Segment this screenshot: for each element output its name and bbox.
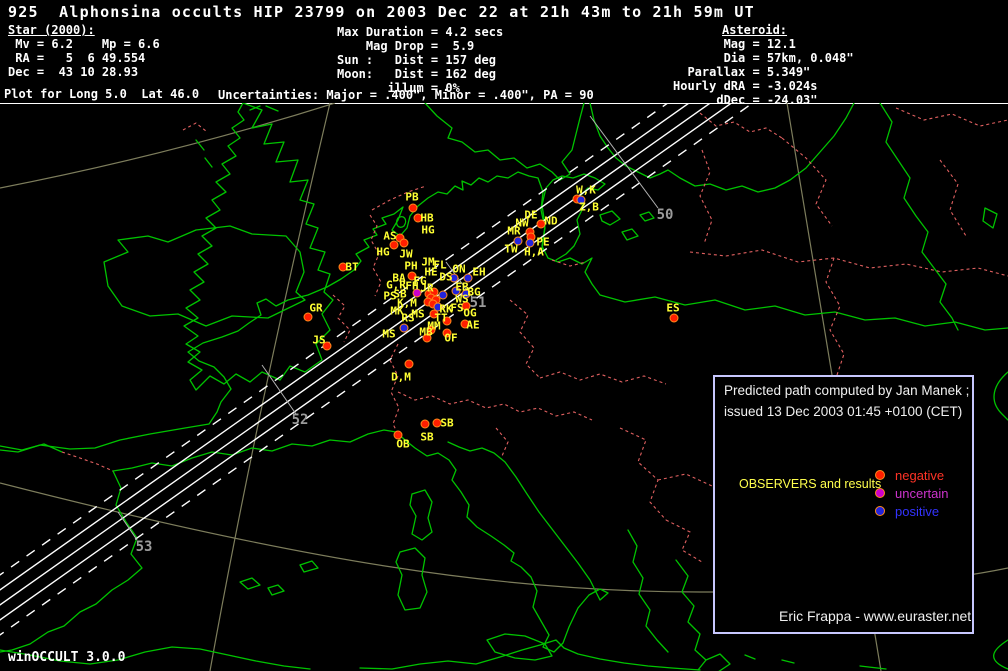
- border-balkans-1: [620, 428, 666, 520]
- coast-ireland: [104, 226, 305, 326]
- legend-label-uncertain: uncertain: [895, 486, 948, 501]
- prediction-note-line2: issued 13 Dec 2003 01:45 +0100 (CET): [724, 404, 962, 419]
- app-version-label: winOCCULT 3.0.0: [8, 650, 125, 665]
- border-east-baltic2: [940, 160, 966, 236]
- coast-balearics: [240, 561, 318, 595]
- coast-mediterranean-italy: [113, 430, 608, 652]
- asteroid-heading: Asteroid:: [722, 23, 787, 37]
- tick-51: [446, 262, 472, 297]
- meridian-line: [210, 103, 330, 671]
- coast-gotland: [983, 208, 997, 228]
- border-germany-czech: [510, 300, 540, 378]
- coast-britain: [184, 103, 333, 390]
- legend-dot-negative: [875, 470, 885, 480]
- observers-results-label: OBSERVERS and results: [739, 477, 881, 491]
- uncertainties-label: Uncertainties: Major = .400", Minor = .4…: [218, 88, 594, 102]
- plot-coordinates-label: Plot for Long 5.0 Lat 46.0: [4, 87, 199, 101]
- border-czech-austria: [540, 372, 666, 384]
- event-data-block: Max Duration = 4.2 secs Mag Drop = 5.9 S…: [337, 25, 503, 95]
- coast-sweden: [590, 103, 854, 192]
- legend-dot-positive: [875, 506, 885, 516]
- border-ulster: [183, 123, 206, 131]
- coast-jutland: [542, 174, 605, 260]
- legend-label-positive: positive: [895, 504, 939, 519]
- border-northeast-web: [782, 138, 832, 226]
- coast-northsea: [327, 172, 1008, 330]
- tick-52: [262, 365, 296, 414]
- winoccult-window: 925 Alphonsina occults HIP 23799 on 2003…: [0, 0, 1008, 671]
- coast-norway: [425, 103, 584, 180]
- star-heading: Star (2000):: [8, 23, 95, 37]
- legend-label-negative: negative: [895, 468, 944, 483]
- border-italy-slovenia: [496, 428, 508, 456]
- border-denmark-germany: [552, 260, 586, 266]
- coast-scottish-isles: [196, 106, 278, 167]
- prediction-note-line1: Predicted path computed by Jan Manek ;: [724, 383, 969, 398]
- coast-sicily: [487, 634, 552, 660]
- coast-corsica: [410, 490, 432, 540]
- border-east-vertical: [826, 258, 844, 378]
- credit-label: Eric Frappa - www.euraster.net: [779, 608, 971, 624]
- border-poland-east: [700, 150, 712, 244]
- coast-blacksea-fragment: [994, 372, 1008, 669]
- coast-ijsselmeer: [397, 217, 406, 228]
- border-topright-corner: [896, 108, 1008, 126]
- legend-dot-uncertain: [875, 488, 885, 498]
- asteroid-data-block: Mag = 12.1 Dia = 57km, 0.048" Parallax =…: [673, 37, 854, 107]
- coast-baltic-east: [880, 103, 958, 330]
- coast-danish-isles: [600, 211, 654, 240]
- page-title: 925 Alphonsina occults HIP 23799 on 2003…: [8, 3, 755, 21]
- coast-france-west: [0, 287, 327, 452]
- star-data-block: Mv = 6.2 Mp = 6.6 RA = 5 6 49.554 Dec = …: [8, 37, 160, 79]
- border-greece-north: [666, 520, 702, 562]
- border-pyrenees: [62, 452, 113, 471]
- coast-iberia: [0, 444, 142, 652]
- legend-box: Predicted path computed by Jan Manek ; i…: [713, 375, 974, 634]
- border-france-belgium: [333, 295, 350, 342]
- coast-sardinia: [396, 548, 427, 610]
- minute-tick-lines: [118, 116, 658, 540]
- parallel-line: [0, 103, 335, 188]
- border-alps: [398, 392, 592, 420]
- border-east-long: [690, 250, 1008, 276]
